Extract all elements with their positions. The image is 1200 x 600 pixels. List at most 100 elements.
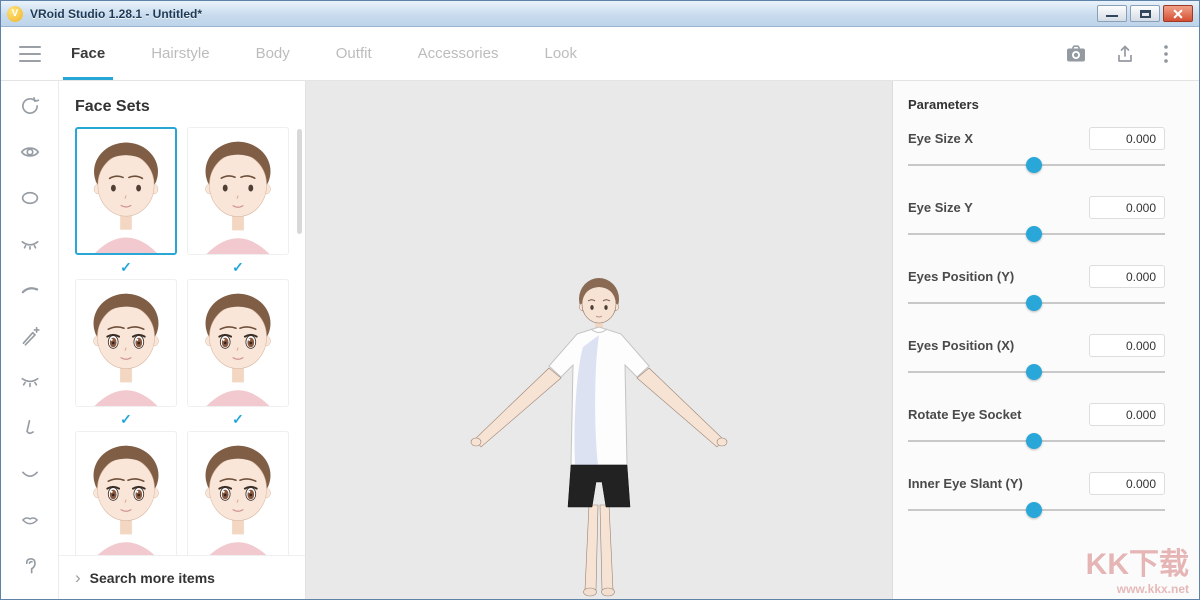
- parameters-panel: Parameters Eye Size X 0.000 Eye Size Y 0…: [892, 81, 1199, 599]
- selected-check-icon: ✓: [187, 407, 289, 431]
- export-button[interactable]: [1115, 44, 1135, 64]
- maximize-icon: [1140, 10, 1151, 18]
- camera-icon: [1065, 44, 1087, 64]
- selected-check-icon: ✓: [75, 407, 177, 431]
- character-model[interactable]: [449, 269, 749, 599]
- slider-handle[interactable]: [1026, 226, 1042, 242]
- param-value-input[interactable]: 0.000: [1089, 265, 1165, 288]
- param-label: Eyes Position (Y): [908, 269, 1014, 284]
- rail-item-makeup[interactable]: [13, 319, 47, 352]
- window-titlebar[interactable]: V VRoid Studio 1.28.1 - Untitled*: [1, 1, 1199, 27]
- rail-item-iris[interactable]: [13, 181, 47, 214]
- slider-handle[interactable]: [1026, 157, 1042, 173]
- param-row-eyes-position-y: Eyes Position (Y) 0.000: [908, 265, 1165, 313]
- eye-icon: [19, 141, 41, 163]
- face-thumbnail[interactable]: [187, 279, 289, 407]
- rail-item-eyelash[interactable]: [13, 365, 47, 398]
- eyelid-icon: [19, 233, 41, 255]
- camera-button[interactable]: [1065, 44, 1087, 64]
- window-controls: [1097, 5, 1193, 22]
- main-tabs: Face Hairstyle Body Outfit Accessories L…: [71, 27, 577, 80]
- face-thumbnail[interactable]: [75, 431, 177, 555]
- makeup-brush-icon: [19, 325, 41, 347]
- more-options-button[interactable]: [1163, 44, 1169, 64]
- param-row-eye-size-x: Eye Size X 0.000: [908, 127, 1165, 175]
- param-value-input[interactable]: 0.000: [1089, 196, 1165, 219]
- hamburger-menu-button[interactable]: [19, 46, 41, 62]
- param-slider[interactable]: [908, 293, 1165, 313]
- param-label: Inner Eye Slant (Y): [908, 476, 1023, 491]
- param-row-inner-eye-slant-y: Inner Eye Slant (Y) 0.000: [908, 472, 1165, 520]
- export-icon: [1115, 44, 1135, 64]
- selected-check-icon: ✓: [187, 255, 289, 279]
- rail-item-eyelid[interactable]: [13, 227, 47, 260]
- app-window: V VRoid Studio 1.28.1 - Untitled* Face H…: [0, 0, 1200, 600]
- rail-item-mouth[interactable]: [13, 457, 47, 490]
- search-more-label: Search more items: [90, 570, 215, 586]
- rail-item-eye[interactable]: [13, 135, 47, 168]
- nav-actions: [1065, 27, 1181, 80]
- model-viewport[interactable]: [306, 81, 892, 599]
- slider-handle[interactable]: [1026, 364, 1042, 380]
- rail-item-lips[interactable]: [13, 503, 47, 536]
- eyelash-icon: [19, 371, 41, 393]
- lips-icon: [19, 509, 41, 531]
- param-value-input[interactable]: 0.000: [1089, 127, 1165, 150]
- rail-item-eyebrow[interactable]: [13, 273, 47, 306]
- tab-accessories[interactable]: Accessories: [418, 27, 499, 80]
- top-navbar: Face Hairstyle Body Outfit Accessories L…: [1, 27, 1199, 81]
- param-slider[interactable]: [908, 155, 1165, 175]
- tab-outfit[interactable]: Outfit: [336, 27, 372, 80]
- eyebrow-icon: [19, 279, 41, 301]
- param-slider[interactable]: [908, 362, 1165, 382]
- parameters-title: Parameters: [908, 97, 1165, 112]
- ear-icon: [19, 555, 41, 577]
- slider-handle[interactable]: [1026, 502, 1042, 518]
- param-slider[interactable]: [908, 500, 1165, 520]
- param-row-eyes-position-x: Eyes Position (X) 0.000: [908, 334, 1165, 382]
- param-label: Eye Size X: [908, 131, 973, 146]
- close-icon: [1164, 6, 1192, 21]
- face-thumbnail[interactable]: [187, 127, 289, 255]
- content-area: Face Sets ✓ ✓: [1, 81, 1199, 599]
- face-thumbnail[interactable]: [187, 431, 289, 555]
- param-slider[interactable]: [908, 431, 1165, 451]
- selected-check-icon: ✓: [75, 255, 177, 279]
- rail-item-rotate[interactable]: [13, 89, 47, 122]
- rotate-icon: [19, 95, 41, 117]
- face-thumbnail-selected[interactable]: [75, 127, 177, 255]
- minimize-button[interactable]: [1097, 5, 1127, 22]
- close-button[interactable]: [1163, 5, 1193, 22]
- window-title: VRoid Studio 1.28.1 - Untitled*: [30, 7, 202, 21]
- param-value-input[interactable]: 0.000: [1089, 334, 1165, 357]
- nose-icon: [19, 417, 41, 439]
- iris-icon: [19, 187, 41, 209]
- param-label: Rotate Eye Socket: [908, 407, 1021, 422]
- rail-item-ear[interactable]: [13, 549, 47, 582]
- slider-handle[interactable]: [1026, 433, 1042, 449]
- face-thumbnail[interactable]: [75, 279, 177, 407]
- search-more-items-button[interactable]: › Search more items: [59, 555, 305, 599]
- tab-face[interactable]: Face: [71, 27, 105, 80]
- tab-look[interactable]: Look: [544, 27, 577, 80]
- param-value-input[interactable]: 0.000: [1089, 403, 1165, 426]
- app-logo-letter: V: [12, 8, 19, 19]
- param-label: Eye Size Y: [908, 200, 973, 215]
- param-value-input[interactable]: 0.000: [1089, 472, 1165, 495]
- face-sets-title: Face Sets: [59, 81, 305, 125]
- face-sets-list[interactable]: ✓ ✓ ✓ ✓: [59, 125, 305, 555]
- maximize-button[interactable]: [1130, 5, 1160, 22]
- tab-hairstyle[interactable]: Hairstyle: [151, 27, 209, 80]
- param-label: Eyes Position (X): [908, 338, 1014, 353]
- face-sets-scrollbar[interactable]: [297, 129, 302, 234]
- slider-handle[interactable]: [1026, 295, 1042, 311]
- param-slider[interactable]: [908, 224, 1165, 244]
- mouth-icon: [19, 463, 41, 485]
- kebab-menu-icon: [1163, 44, 1169, 64]
- app-logo-icon: V: [7, 6, 23, 22]
- tab-body[interactable]: Body: [256, 27, 290, 80]
- minimize-icon: [1106, 15, 1118, 17]
- param-row-rotate-eye-socket: Rotate Eye Socket 0.000: [908, 403, 1165, 451]
- rail-item-nose[interactable]: [13, 411, 47, 444]
- param-row-eye-size-y: Eye Size Y 0.000: [908, 196, 1165, 244]
